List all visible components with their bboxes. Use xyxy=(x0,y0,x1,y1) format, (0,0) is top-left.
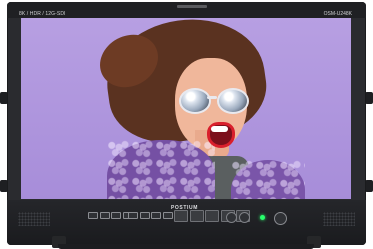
top-bezel: 8K / HDR / 12G-SDI OSM-U248K xyxy=(7,2,366,18)
display-screen xyxy=(21,18,351,199)
spec-label: 8K / HDR / 12G-SDI xyxy=(19,11,66,17)
control-button-6[interactable] xyxy=(139,212,150,219)
menu-button[interactable] xyxy=(174,210,188,222)
fur-texture xyxy=(107,140,215,199)
stand-base xyxy=(58,244,314,249)
control-group-left xyxy=(88,212,133,219)
model-label: OSM-U248K xyxy=(323,11,352,17)
fur-texture xyxy=(231,160,305,199)
control-group-extra xyxy=(226,212,250,223)
fur-jacket-right xyxy=(231,160,305,199)
glasses-bridge xyxy=(207,96,217,99)
rack-ear-right-top xyxy=(365,92,373,104)
control-button-7[interactable] xyxy=(151,212,161,219)
control-button-3[interactable] xyxy=(111,212,121,219)
control-button-1[interactable] xyxy=(88,212,98,219)
up-button[interactable] xyxy=(189,210,204,222)
lens-left xyxy=(179,88,211,114)
fur-jacket-left xyxy=(107,140,215,199)
control-button-8[interactable] xyxy=(162,212,173,219)
speaker-grille-left xyxy=(18,212,50,226)
control-button-2[interactable] xyxy=(99,212,110,219)
power-led-icon xyxy=(260,215,265,220)
control-button-5[interactable] xyxy=(128,212,138,219)
lens-right xyxy=(217,88,249,114)
extra-knob-1[interactable] xyxy=(226,212,237,223)
power-button[interactable] xyxy=(274,212,287,225)
extra-knob-2[interactable] xyxy=(238,212,250,223)
speaker-grille-right xyxy=(323,212,355,226)
sunglasses-icon xyxy=(179,88,255,114)
down-button[interactable] xyxy=(205,210,219,222)
teeth-shape xyxy=(211,126,228,132)
rack-ear-right-bottom xyxy=(365,180,373,192)
top-handle xyxy=(177,5,207,8)
